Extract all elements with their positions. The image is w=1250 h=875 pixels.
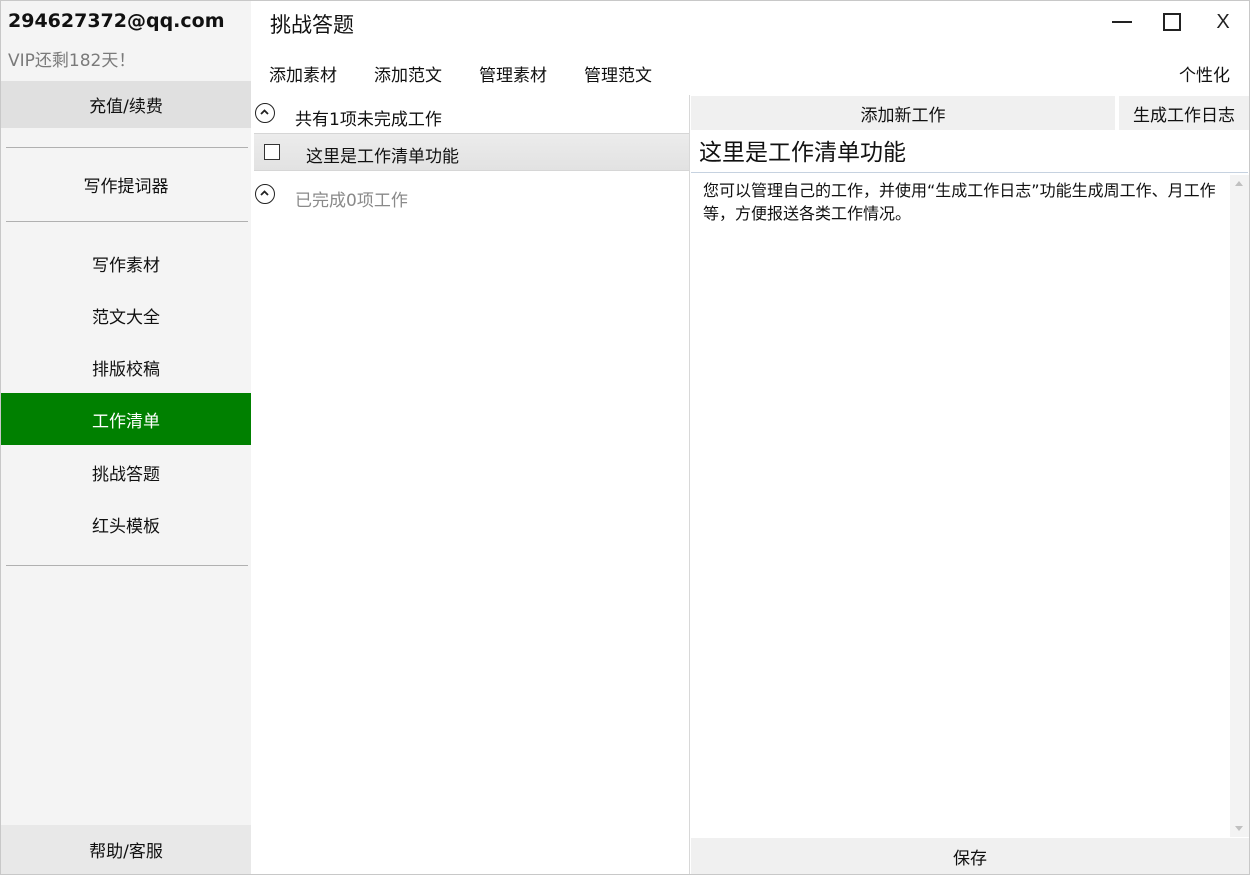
pending-group-header[interactable]: 共有1项未完成工作 <box>252 97 689 131</box>
window-title: 挑战答题 <box>270 13 354 37</box>
pending-count-label: 共有1项未完成工作 <box>295 110 442 130</box>
scroll-down-icon[interactable] <box>1235 826 1243 831</box>
chevron-up-icon[interactable] <box>255 184 275 204</box>
nav-item-sample-essays[interactable]: 范文大全 <box>1 289 251 341</box>
generate-work-log-button[interactable]: 生成工作日志 <box>1119 96 1249 130</box>
task-title: 这里是工作清单功能 <box>306 147 459 167</box>
toolbar-personalize[interactable]: 个性化 <box>1179 61 1230 86</box>
divider <box>6 147 248 148</box>
task-row[interactable]: 这里是工作清单功能 <box>254 133 689 171</box>
help-support-button[interactable]: 帮助/客服 <box>1 825 251 874</box>
minimize-icon <box>1112 21 1132 23</box>
maximize-icon <box>1163 13 1181 31</box>
nav-item-layout-proofread[interactable]: 排版校稿 <box>1 341 251 393</box>
toolbar-add-sample[interactable]: 添加范文 <box>374 61 442 86</box>
task-checkbox[interactable] <box>264 144 280 160</box>
close-button[interactable]: X <box>1203 5 1243 39</box>
app-window: 294627372@qq.com VIP还剩182天！ 充值/续费 写作提词器 … <box>0 0 1250 875</box>
nav-item-work-list[interactable]: 工作清单 <box>1 393 251 445</box>
nav-item-writing-prompter[interactable]: 写作提词器 <box>1 158 251 210</box>
vip-status: VIP还剩182天！ <box>8 51 136 71</box>
maximize-button[interactable] <box>1152 5 1192 39</box>
task-list-panel: 共有1项未完成工作 这里是工作清单功能 已完成0项工作 <box>252 95 690 874</box>
nav-item-red-header-template[interactable]: 红头模板 <box>1 498 251 550</box>
task-detail-panel: 添加新工作 生成工作日志 这里是工作清单功能 您可以管理自己的工作，并使用“生成… <box>690 95 1250 874</box>
recharge-button[interactable]: 充值/续费 <box>1 81 251 128</box>
divider <box>6 565 248 566</box>
completed-count-label: 已完成0项工作 <box>295 191 408 211</box>
toolbar-manage-material[interactable]: 管理素材 <box>479 61 547 86</box>
close-icon: X <box>1216 10 1230 33</box>
sidebar: 294627372@qq.com VIP还剩182天！ 充值/续费 写作提词器 … <box>1 1 251 874</box>
user-email: 294627372@qq.com <box>8 10 225 32</box>
chevron-up-icon[interactable] <box>255 103 275 123</box>
toolbar-add-material[interactable]: 添加素材 <box>269 61 337 86</box>
nav-item-challenge-quiz[interactable]: 挑战答题 <box>1 446 251 498</box>
toolbar-manage-sample[interactable]: 管理范文 <box>584 61 652 86</box>
add-new-task-button[interactable]: 添加新工作 <box>691 96 1115 130</box>
task-title-field[interactable]: 这里是工作清单功能 <box>691 133 1248 173</box>
vertical-scrollbar[interactable] <box>1230 175 1249 837</box>
completed-group-header[interactable]: 已完成0项工作 <box>252 178 689 212</box>
nav-item-writing-material[interactable]: 写作素材 <box>1 237 251 289</box>
minimize-button[interactable] <box>1102 5 1142 39</box>
save-button[interactable]: 保存 <box>691 838 1249 874</box>
scroll-up-icon[interactable] <box>1235 181 1243 186</box>
task-content-textarea[interactable]: 您可以管理自己的工作，并使用“生成工作日志”功能生成周工作、月工作等，方便报送各… <box>691 175 1229 837</box>
divider <box>6 221 248 222</box>
